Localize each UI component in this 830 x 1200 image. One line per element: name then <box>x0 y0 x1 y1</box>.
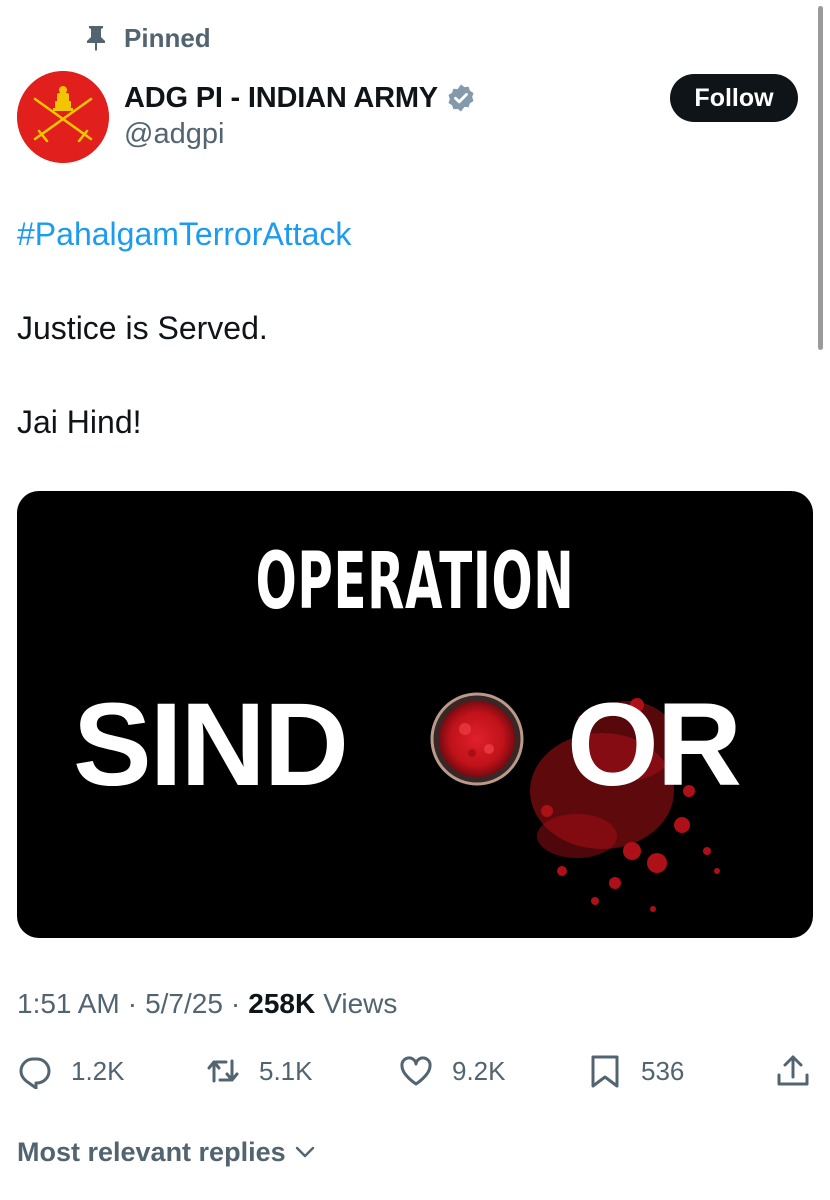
hashtag-link[interactable]: #PahalgamTerrorAttack <box>17 216 351 253</box>
tweet-text-line-2: Jai Hind! <box>17 404 142 440</box>
author-handle[interactable]: @adgpi <box>124 118 224 151</box>
repost-button[interactable]: 5.1K <box>205 1046 313 1096</box>
media-title-sind: SIND <box>73 679 349 811</box>
repost-count: 5.1K <box>259 1055 313 1086</box>
tweet-time[interactable]: 1:51 AM <box>17 988 120 1020</box>
scrollbar[interactable] <box>818 6 823 350</box>
army-emblem-icon <box>17 71 109 163</box>
views-count: 258K <box>248 988 316 1019</box>
bookmark-icon <box>587 1053 623 1089</box>
heart-icon <box>398 1053 434 1089</box>
meta-separator: · <box>127 988 138 1019</box>
verified-badge-icon[interactable] <box>446 83 476 113</box>
pinned-label: Pinned <box>124 22 211 53</box>
tweet-meta: 1:51 AM · 5/7/25 · 258K Views <box>17 984 397 1024</box>
pinned-indicator: Pinned <box>84 22 211 54</box>
replies-sort-dropdown[interactable]: Most relevant replies <box>17 1134 316 1170</box>
like-button[interactable]: 9.2K <box>398 1046 506 1096</box>
like-count: 9.2K <box>452 1055 506 1086</box>
tweet-actions-bar: 1.2K 5.1K 9.2K 536 <box>0 1046 830 1096</box>
share-icon <box>775 1053 811 1089</box>
media-title-or: OR <box>567 679 742 811</box>
bookmark-count: 536 <box>641 1055 685 1086</box>
author-name[interactable]: ADG PI - INDIAN ARMY <box>124 82 438 115</box>
replies-sort-label: Most relevant replies <box>17 1136 286 1167</box>
tweet-media-image[interactable]: OPERATION SIND OR <box>17 491 813 938</box>
media-title-operation: OPERATION <box>255 537 575 627</box>
views-label: Views <box>323 988 398 1019</box>
tweet-date[interactable]: 5/7/25 <box>145 988 223 1020</box>
author-name-row[interactable]: ADG PI - INDIAN ARMY <box>124 78 476 118</box>
meta-separator: · <box>230 988 241 1019</box>
pin-icon <box>84 24 108 52</box>
follow-button[interactable]: Follow <box>670 74 798 122</box>
bookmark-button[interactable]: 536 <box>587 1046 684 1096</box>
avatar[interactable] <box>17 71 109 163</box>
repost-icon <box>205 1053 241 1089</box>
reply-button[interactable]: 1.2K <box>17 1046 125 1096</box>
reply-count: 1.2K <box>71 1055 125 1086</box>
reply-icon <box>17 1053 53 1089</box>
chevron-down-icon <box>294 1141 316 1163</box>
tweet-text-line-1: Justice is Served. <box>17 310 268 346</box>
share-button[interactable] <box>775 1046 811 1096</box>
